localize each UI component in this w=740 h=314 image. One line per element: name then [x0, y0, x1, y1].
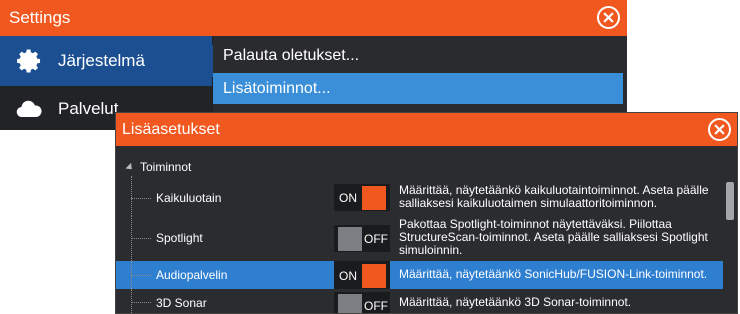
settings-title: Settings: [9, 8, 71, 27]
toggle-knob: [338, 293, 362, 313]
setting-description: Määrittää, näytetäänkö kaikuluotaintoimi…: [399, 183, 709, 210]
tree-connector: [131, 176, 132, 216]
toggle-knob: [362, 185, 386, 210]
setting-name: Audiopalvelin: [156, 268, 228, 282]
setting-description: Määrittää, näytetäänkö SonicHub/FUSION-L…: [399, 267, 708, 281]
toggle-state-label: ON: [339, 268, 357, 283]
close-icon: [714, 124, 725, 135]
setting-name: Spotlight: [156, 231, 203, 245]
setting-row-kaikuluotain[interactable]: Kaikuluotain ON Määrittää, näytetäänkö k…: [116, 176, 723, 216]
settings-close-button[interactable]: [597, 6, 620, 29]
setting-name: Kaikuluotain: [156, 191, 222, 205]
advanced-settings-dialog: Lisäasetukset Toiminnot Kaikuluotain ON …: [115, 112, 738, 314]
tree-connector: [131, 198, 151, 199]
tree-connector: [131, 302, 151, 303]
cloud-icon: [0, 96, 58, 122]
menu-item-lisatoiminnot[interactable]: Lisätoiminnot...: [213, 73, 623, 104]
dialog-title: Lisäasetukset: [122, 120, 220, 138]
close-icon: [603, 12, 614, 23]
sidebar-item-label: Palvelut: [58, 99, 119, 118]
menu-item-palauta-oletukset[interactable]: Palauta oletukset...: [213, 40, 623, 71]
dialog-titlebar: Lisäasetukset: [116, 113, 737, 146]
toggle-kaikuluotain[interactable]: ON: [334, 184, 390, 211]
settings-window: Settings Järjestelmä Palvelut Palauta ol…: [0, 0, 627, 130]
scrollbar-thumb[interactable]: [726, 182, 734, 220]
setting-row-spotlight[interactable]: Spotlight OFF Pakottaa Spotlight-toiminn…: [116, 216, 723, 261]
setting-name: 3D Sonar: [156, 296, 207, 310]
toggle-spotlight[interactable]: OFF: [334, 225, 390, 252]
toggle-3d-sonar[interactable]: OFF: [334, 292, 390, 313]
setting-description: Määrittää, näytetäänkö 3D Sonar-toiminno…: [399, 295, 632, 309]
setting-row-3d-sonar[interactable]: 3D Sonar OFF Määrittää, näytetäänkö 3D S…: [116, 289, 723, 313]
setting-description: Pakottaa Spotlight-toiminnot näytettäväk…: [399, 217, 708, 257]
toggle-knob: [362, 263, 386, 288]
settings-titlebar: Settings: [0, 0, 627, 36]
group-label: Toiminnot: [140, 160, 192, 174]
toggle-knob: [338, 226, 362, 251]
collapse-triangle-icon[interactable]: [125, 162, 135, 172]
gear-icon: [0, 48, 58, 74]
toggle-state-label: ON: [339, 190, 357, 205]
dialog-body: Toiminnot Kaikuluotain ON Määrittää, näy…: [116, 146, 737, 313]
toggle-state-label: OFF: [364, 231, 388, 246]
tree-connector: [131, 238, 151, 239]
sidebar-item-label: Järjestelmä: [58, 51, 145, 70]
group-header-toiminnot[interactable]: Toiminnot: [116, 156, 723, 178]
tree-connector: [131, 275, 151, 276]
setting-row-audiopalvelin[interactable]: Audiopalvelin ON Määrittää, näytetäänkö …: [116, 261, 723, 289]
toggle-state-label: OFF: [364, 298, 388, 313]
sidebar-item-jarjestelma[interactable]: Järjestelmä: [0, 36, 212, 86]
toggle-audiopalvelin[interactable]: ON: [334, 262, 390, 289]
dialog-close-button[interactable]: [708, 118, 731, 141]
